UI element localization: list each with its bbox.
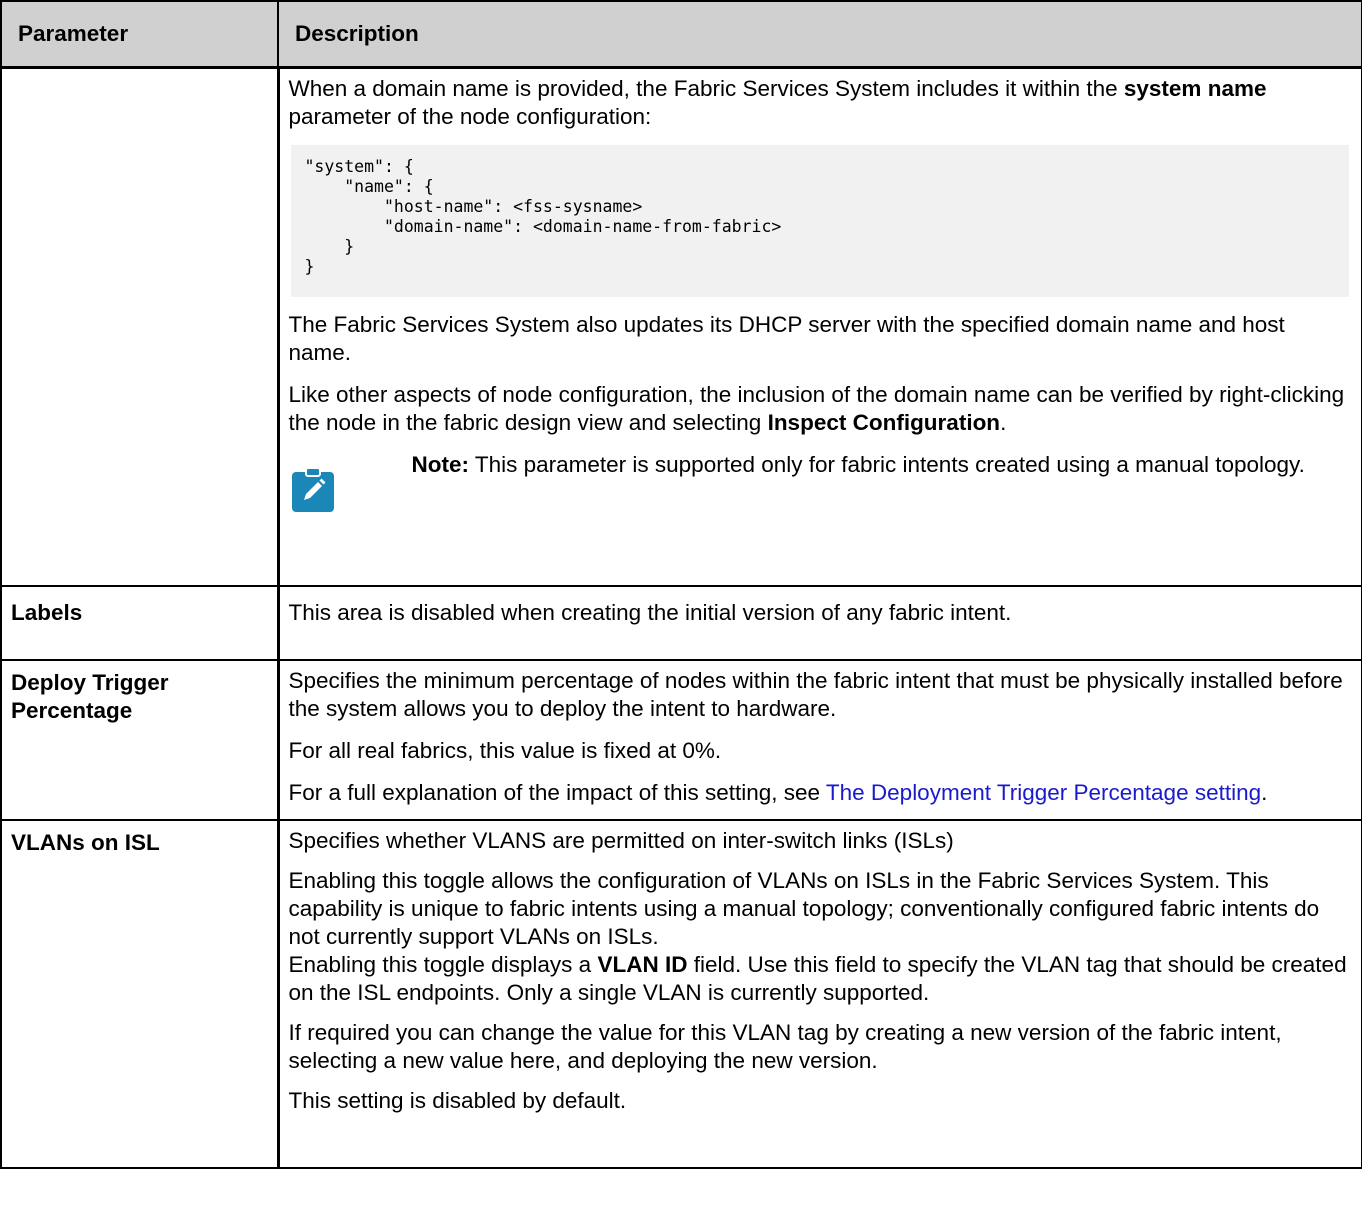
code-block: "system": { "name": { "host-name": <fss-… <box>290 145 1349 297</box>
text: Enabling this toggle allows the configur… <box>288 868 1320 949</box>
paragraph: For a full explanation of the impact of … <box>289 779 1350 807</box>
text: parameter of the node configuration: <box>288 104 652 129</box>
paragraph: The Fabric Services System also updates … <box>288 312 1285 365</box>
description-cell-domain: When a domain name is provided, the Fabr… <box>277 66 1362 587</box>
paragraph: When a domain name is provided, the Fabr… <box>289 75 1350 131</box>
text: Enabling this toggle displays a <box>288 952 598 977</box>
header-parameter: Parameter <box>0 0 279 69</box>
text: . <box>1261 780 1268 805</box>
parameter-table: Parameter Description When a domain name… <box>0 0 1362 1169</box>
parameter-cell: Deploy Trigger Percentage <box>0 659 280 821</box>
table-row-deploy-trigger: Deploy Trigger Percentage Specifies the … <box>0 659 1362 821</box>
bold-text: VLAN ID <box>597 952 688 977</box>
header-description: Description <box>277 0 1362 69</box>
edit-pencil-icon <box>291 467 334 512</box>
paragraph: Specifies whether VLANS are permitted on… <box>288 828 954 853</box>
paragraph: Specifies the minimum percentage of node… <box>288 668 1343 721</box>
text: For a full explanation of the impact of … <box>288 780 826 805</box>
note-text: Note: This parameter is supported only f… <box>412 451 1305 479</box>
table-row-domain-name: When a domain name is provided, the Fabr… <box>0 66 1362 587</box>
paragraph: Like other aspects of node configuration… <box>289 381 1350 437</box>
paragraph: For all real fabrics, this value is fixe… <box>288 738 722 763</box>
paragraph: If required you can change the value for… <box>288 1020 1282 1073</box>
paragraph: This setting is disabled by default. <box>288 1088 627 1113</box>
bold-text: Inspect Configuration <box>767 410 1001 435</box>
paragraph: Enabling this toggle allows the configur… <box>289 867 1350 1007</box>
text: When a domain name is provided, the Fabr… <box>288 76 1124 101</box>
note-callout: Note: This parameter is supported only f… <box>289 451 1350 513</box>
table-row-vlans-on-isl: VLANs on ISL Specifies whether VLANS are… <box>0 819 1362 1169</box>
table-row-labels: Labels This area is disabled when creati… <box>0 585 1362 661</box>
description-cell: Specifies the minimum percentage of node… <box>277 659 1362 821</box>
text: This parameter is supported only for fab… <box>469 452 1305 477</box>
table-header-row: Parameter Description <box>0 0 1362 69</box>
description-cell: This area is disabled when creating the … <box>277 585 1362 661</box>
parameter-cell: VLANs on ISL <box>0 819 280 1169</box>
bold-text: system name <box>1123 76 1267 101</box>
parameter-cell: Labels <box>0 585 280 661</box>
text: . <box>1000 410 1007 435</box>
parameter-cell-empty <box>0 66 280 587</box>
deployment-trigger-link[interactable]: The Deployment Trigger Percentage settin… <box>826 780 1261 805</box>
description-cell: Specifies whether VLANS are permitted on… <box>277 819 1362 1169</box>
note-label: Note: <box>411 452 470 477</box>
